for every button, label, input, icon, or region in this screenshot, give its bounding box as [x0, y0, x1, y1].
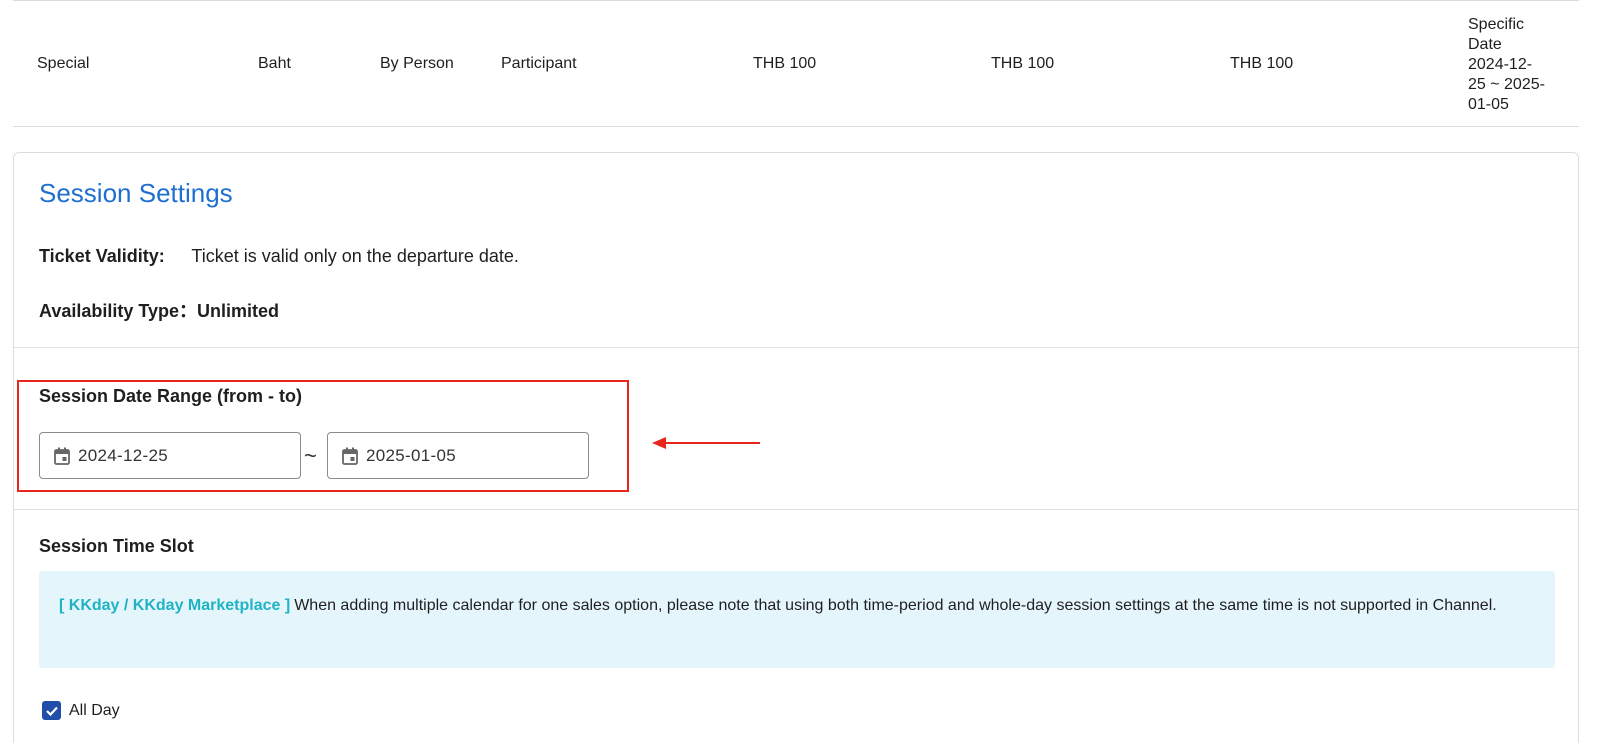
ticket-validity-value: Ticket is valid only on the departure da…: [191, 246, 519, 266]
session-time-slot-title: Session Time Slot: [39, 536, 194, 556]
all-day-checkbox[interactable]: All Day: [42, 701, 120, 720]
ticket-validity-row: Ticket Validity: Ticket is valid only on…: [39, 246, 519, 267]
date-from-value: 2024-12-25: [78, 445, 168, 465]
table-cell-type: Special: [37, 55, 90, 72]
table-cell-unit-type: Participant: [501, 55, 577, 72]
divider: [14, 347, 1578, 348]
calendar-icon: [342, 447, 358, 465]
divider: [14, 509, 1578, 510]
page: Special Baht By Person Participant THB 1…: [0, 0, 1600, 743]
notice-text: When adding multiple calendar for one sa…: [294, 597, 1497, 614]
date-cell-line: 25 ~ 2025-: [1468, 76, 1545, 93]
table-cell-pricing-unit: By Person: [380, 55, 454, 72]
calendar-icon: [54, 447, 70, 465]
session-date-range-label: Session Date Range (from - to): [39, 386, 303, 406]
all-day-label: All Day: [69, 701, 120, 719]
section-title: Session Settings: [39, 178, 233, 208]
date-to-input[interactable]: 2025-01-05: [327, 432, 589, 479]
availability-type: Availability Type：Unlimited: [39, 301, 280, 321]
session-settings-card: Session Settings Ticket Validity: Ticket…: [13, 152, 1579, 743]
table-cell-currency: Baht: [258, 55, 291, 72]
date-cell-line: 2024-12-: [1468, 56, 1533, 73]
date-cell-line: 01-05: [1468, 96, 1509, 113]
date-cell-line: Specific: [1468, 16, 1525, 33]
table-cell-price-2: THB 100: [991, 55, 1055, 72]
check-icon[interactable]: [42, 701, 61, 720]
notice-box: [ KKday / KKday Marketplace ] When adding…: [39, 571, 1555, 668]
ticket-validity-label: Ticket Validity:: [39, 246, 165, 266]
range-separator: ~: [304, 443, 317, 468]
date-cell-line: Date: [1468, 36, 1502, 53]
notice-tag: [ KKday / KKday Marketplace ]: [59, 597, 291, 614]
table-cell-date: Specific Date 2024-12- 25 ~ 2025- 01-05: [1468, 15, 1568, 115]
table-cell-price-1: THB 100: [753, 55, 817, 72]
table-cell-price-3: THB 100: [1230, 55, 1294, 72]
table-row: Special Baht By Person Participant THB 1…: [13, 0, 1579, 127]
date-from-input[interactable]: 2024-12-25: [39, 432, 301, 479]
date-to-value: 2025-01-05: [366, 445, 456, 465]
arrow-left-icon: [652, 437, 760, 449]
